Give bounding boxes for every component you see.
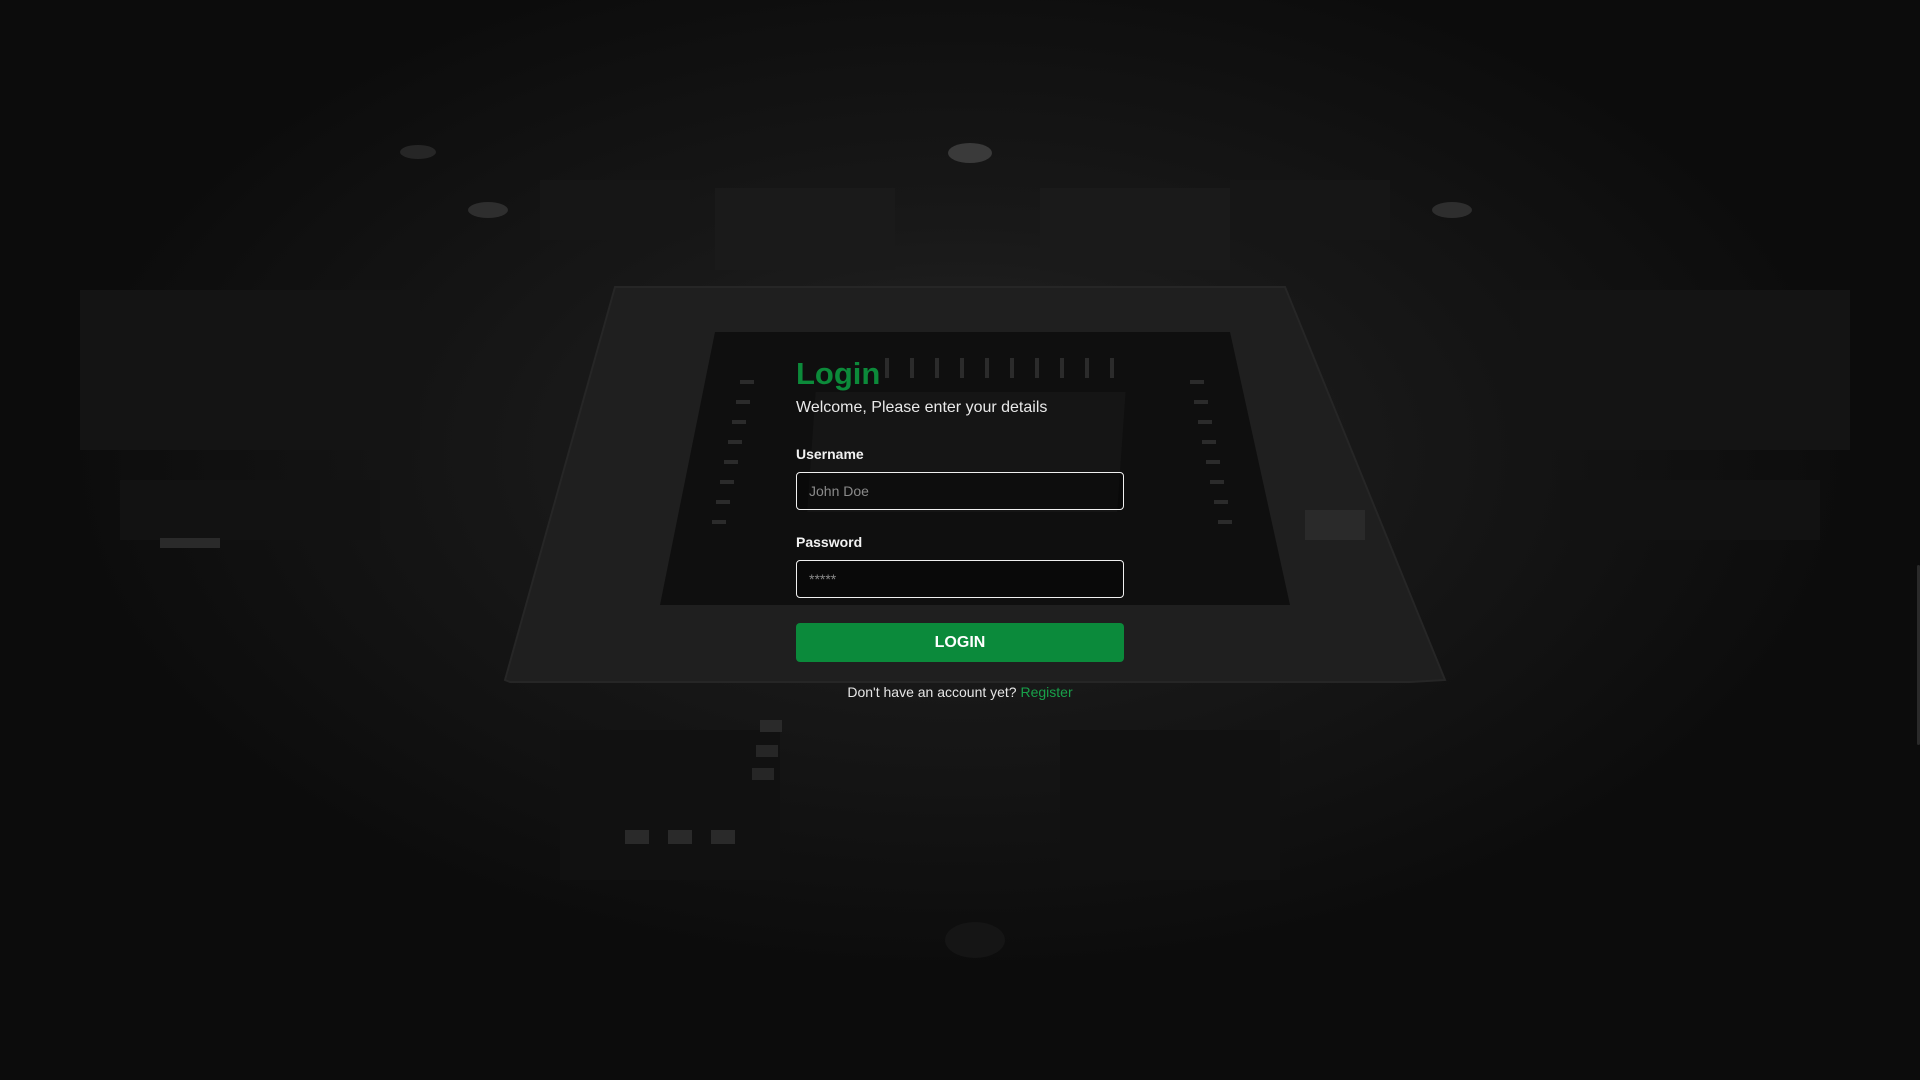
password-label: Password xyxy=(796,534,863,550)
welcome-subtitle: Welcome, Please enter your details xyxy=(796,399,1048,416)
register-prompt-line: Don't have an account yet? Register xyxy=(796,682,1124,702)
page-title: Login xyxy=(796,356,881,391)
username-label: Username xyxy=(796,446,864,462)
login-button[interactable]: LOGIN xyxy=(796,623,1124,662)
register-prompt-text: Don't have an account yet? xyxy=(847,684,1021,700)
register-link[interactable]: Register xyxy=(1020,684,1072,700)
username-input[interactable] xyxy=(796,472,1124,510)
password-input[interactable] xyxy=(796,560,1124,598)
login-form: Login Welcome, Please enter your details… xyxy=(796,352,1124,702)
